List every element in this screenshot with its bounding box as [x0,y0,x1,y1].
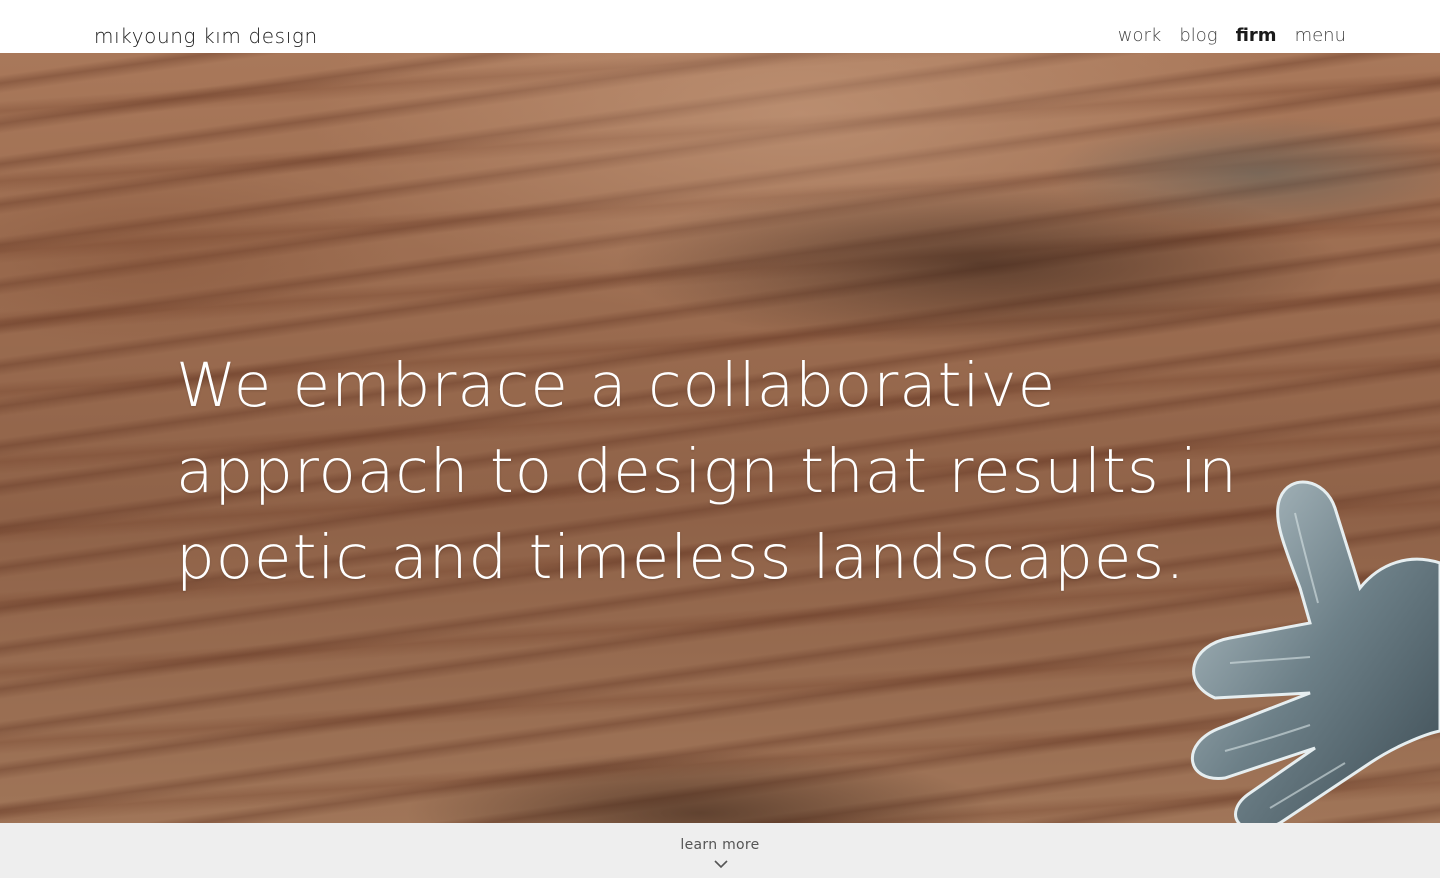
nav-link-menu[interactable]: menu [1295,24,1346,48]
hero-headline: We embrace a collaborative approach to d… [176,350,1238,593]
main-nav: work blog firm menu [1118,24,1346,48]
learn-more-label: learn more [680,837,760,853]
nav-link-blog[interactable]: blog [1179,24,1217,48]
hero-banner: We embrace a collaborative approach to d… [0,53,1440,823]
nav-link-work[interactable]: work [1118,24,1162,48]
nav-link-firm[interactable]: firm [1236,24,1277,48]
site-logo[interactable]: mıkyoung kım desıgn [94,22,318,50]
site-header: mıkyoung kım desıgn work blog firm menu [0,0,1440,53]
chevron-down-icon [714,860,728,869]
learn-more-button[interactable]: learn more [0,823,1440,878]
